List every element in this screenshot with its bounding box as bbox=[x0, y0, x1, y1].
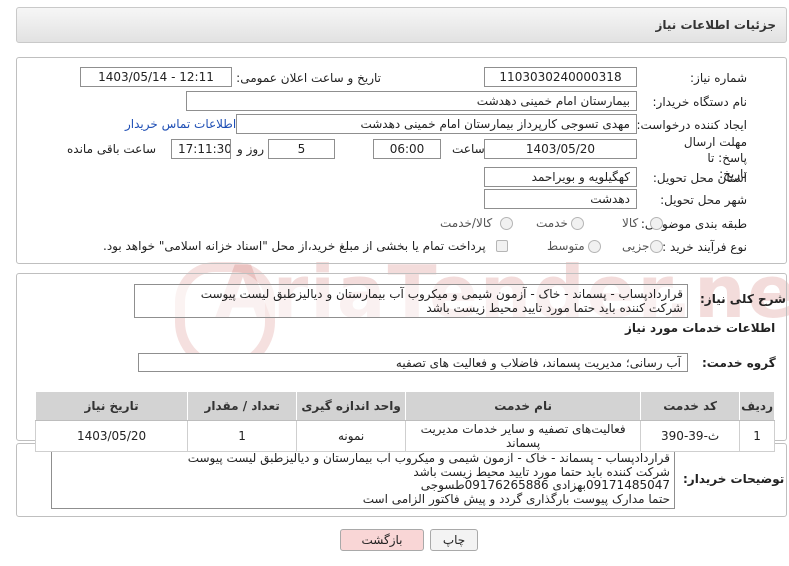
category-option-goods-service: کالا/خدمت bbox=[440, 216, 493, 230]
province-label: استان محل تحویل: bbox=[652, 171, 747, 185]
need-info-panel bbox=[16, 57, 787, 264]
process-type-label: نوع فرآیند خرید : bbox=[662, 240, 747, 254]
column-row-number: ردیف bbox=[739, 391, 775, 421]
category-radio-goods-service[interactable] bbox=[500, 217, 513, 230]
buyer-contact-link[interactable]: اطلاعات تماس خریدار bbox=[125, 117, 236, 131]
days-remaining-field[interactable]: 5 bbox=[268, 139, 335, 159]
deadline-time-label: ساعت bbox=[452, 142, 485, 156]
city-label: شهر محل تحویل: bbox=[660, 193, 747, 207]
description-label: شرح کلی نیاز: bbox=[700, 292, 786, 306]
remaining-time-label: ساعت باقی مانده bbox=[67, 142, 157, 156]
deadline-date-field[interactable]: 1403/05/20 bbox=[484, 139, 637, 159]
announce-date-label: تاریخ و ساعت اعلان عمومی: bbox=[236, 71, 381, 85]
cell-service-name: فعالیت‌های تصفیه و سایر خدمات مدیریت پسم… bbox=[405, 420, 642, 452]
requester-field[interactable]: مهدی تسوجی کارپرداز بیمارستان امام خمینی… bbox=[236, 114, 637, 134]
buyer-notes-textarea[interactable]: قراردادپساب - پسماند - خاک - آزمون شیمی … bbox=[51, 449, 675, 509]
cell-need-date: 1403/05/20 bbox=[34, 420, 189, 452]
page-header: جزئیات اطلاعات نیاز bbox=[16, 7, 787, 43]
column-need-date: تاریخ نیاز bbox=[34, 391, 189, 421]
services-section-title: اطلاعات خدمات مورد نیاز bbox=[625, 321, 776, 335]
city-field[interactable]: دهدشت bbox=[484, 189, 637, 209]
need-number-label: شماره نیاز: bbox=[690, 71, 747, 85]
category-option-goods: کالا bbox=[622, 216, 639, 230]
column-service-code: کد خدمت bbox=[640, 391, 741, 421]
buyer-org-field[interactable]: بیمارستان امام خمینی دهدشت bbox=[186, 91, 637, 111]
cell-unit: نمونه bbox=[296, 420, 407, 452]
process-radio-medium[interactable] bbox=[588, 240, 601, 253]
category-radio-service[interactable] bbox=[571, 217, 584, 230]
column-quantity: تعداد / مقدار bbox=[187, 391, 298, 421]
cell-service-code: ث-39-390 bbox=[640, 420, 741, 452]
buyer-notes-line-2: شرکت کننده باید حتما مورد تایید محیط زیس… bbox=[413, 464, 670, 479]
back-button[interactable]: بازگشت bbox=[340, 529, 424, 551]
services-table: ردیف کد خدمت نام خدمت واحد اندازه گیری ت… bbox=[34, 391, 775, 452]
print-button[interactable]: چاپ bbox=[430, 529, 478, 551]
process-option-minor: جزیی bbox=[622, 239, 650, 253]
requester-label: ایجاد کننده درخواست: bbox=[636, 118, 747, 132]
remaining-time-field[interactable]: 17:11:30 bbox=[171, 139, 231, 159]
category-radio-goods[interactable] bbox=[650, 217, 663, 230]
process-option-medium: متوسط bbox=[547, 239, 585, 253]
column-service-name: نام خدمت bbox=[405, 391, 642, 421]
description-line-1: قراردادپساب - پسماند - خاک - آزمون شیمی … bbox=[200, 287, 683, 301]
buyer-notes-label: توضیحات خریدار: bbox=[683, 472, 785, 486]
cell-row-number: 1 bbox=[739, 420, 775, 452]
treasury-payment-checkbox[interactable] bbox=[496, 240, 508, 252]
buyer-notes-line-1: قراردادپساب - پسماند - خاک - آزمون شیمی … bbox=[187, 451, 670, 465]
service-group-label: گروه خدمت: bbox=[702, 356, 776, 370]
service-group-field[interactable]: آب رسانی؛ مدیریت پسماند، فاضلاب و فعالیت… bbox=[138, 353, 688, 372]
process-radio-minor[interactable] bbox=[650, 240, 663, 253]
buyer-notes-line-3: 09171485047بهزادی 09176265886طسوجی bbox=[420, 478, 670, 492]
need-number-field[interactable]: 1103030240000318 bbox=[484, 67, 637, 87]
category-option-service: خدمت bbox=[536, 216, 568, 230]
services-table-header: ردیف کد خدمت نام خدمت واحد اندازه گیری ت… bbox=[34, 391, 775, 421]
province-field[interactable]: کهگیلویه و بویراحمد bbox=[484, 167, 637, 187]
buyer-org-label: نام دستگاه خریدار: bbox=[652, 95, 748, 109]
cell-quantity: 1 bbox=[187, 420, 298, 452]
buyer-notes-line-4: حتما مدارک پیوست بارگذاری گردد و پیش فاک… bbox=[362, 491, 670, 506]
page-title: جزئیات اطلاعات نیاز bbox=[655, 18, 776, 32]
table-row[interactable]: 1 ث-39-390 فعالیت‌های تصفیه و سایر خدمات… bbox=[34, 420, 775, 452]
days-label: روز و bbox=[237, 142, 264, 156]
announce-date-field[interactable]: 1403/05/14 - 12:11 bbox=[80, 67, 232, 87]
deadline-time-field[interactable]: 06:00 bbox=[373, 139, 441, 159]
description-textarea[interactable]: قراردادپساب - پسماند - خاک - آزمون شیمی … bbox=[134, 284, 688, 318]
description-line-2: شرکت کننده باید حتما مورد تایید محیط زیس… bbox=[426, 301, 683, 315]
treasury-payment-note: پرداخت تمام یا بخشی از مبلغ خرید،از محل … bbox=[103, 239, 486, 253]
column-unit: واحد اندازه گیری bbox=[296, 391, 407, 421]
